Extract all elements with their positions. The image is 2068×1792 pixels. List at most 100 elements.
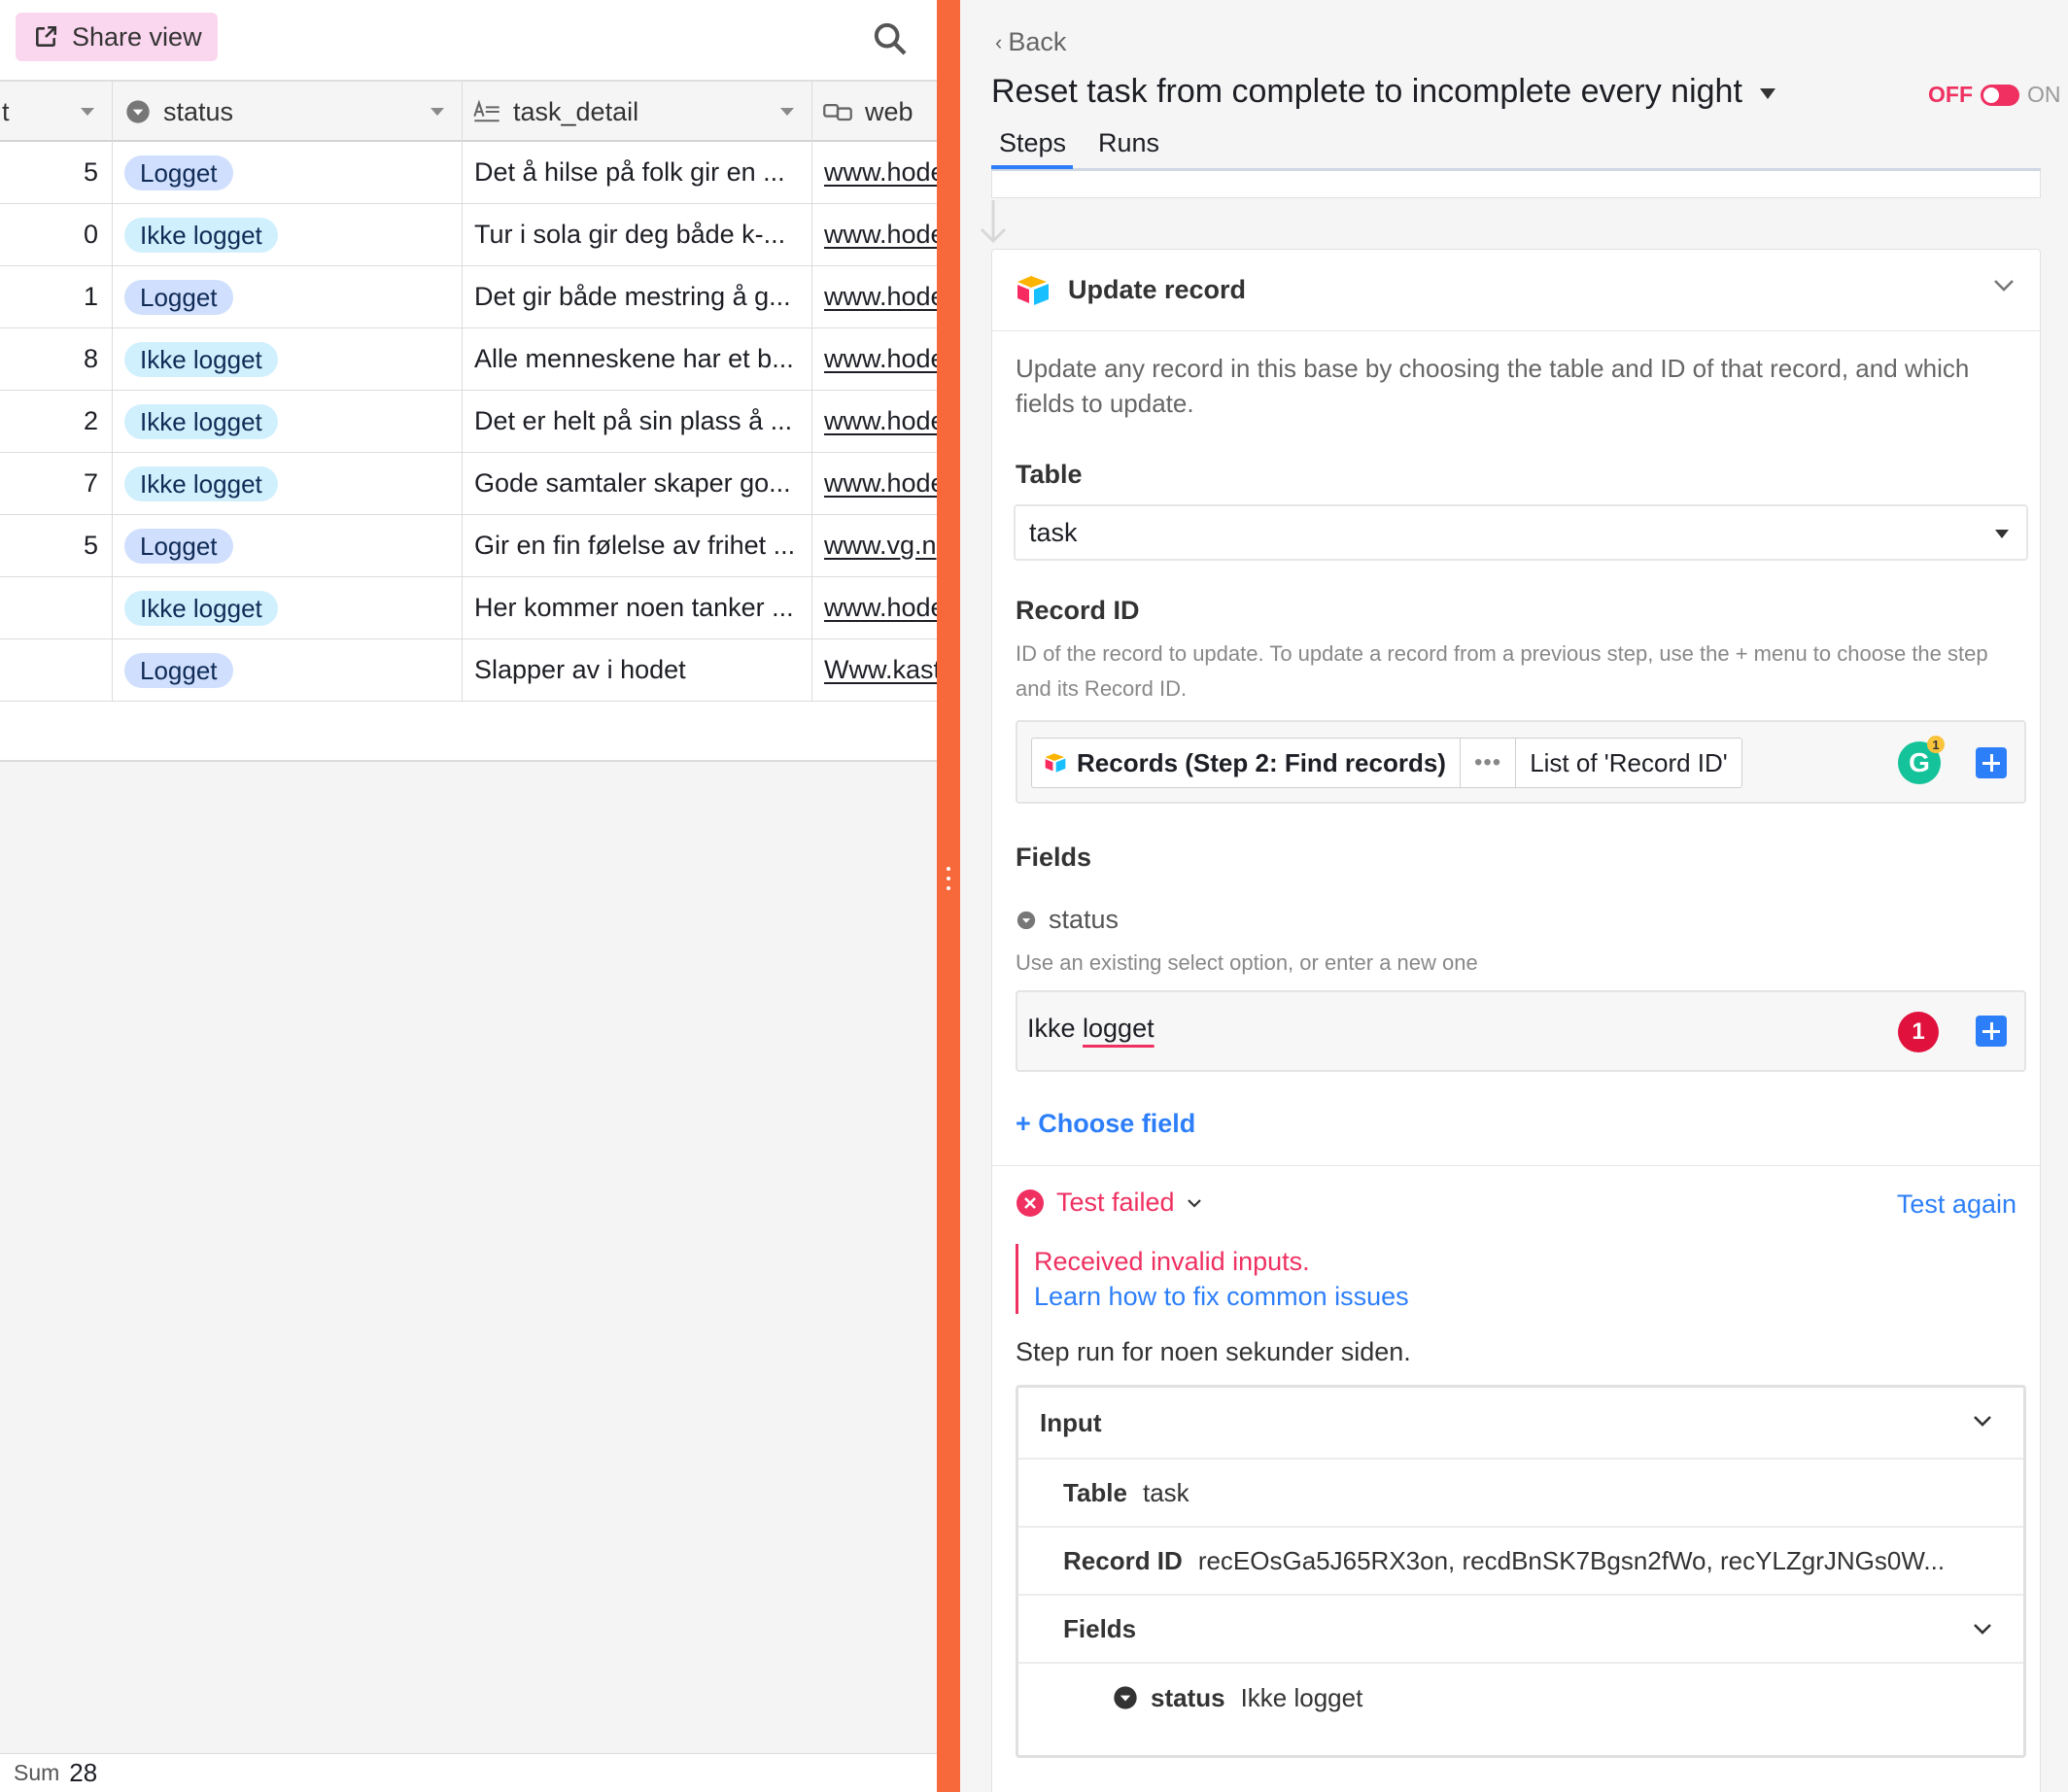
learn-fix-link[interactable]: Learn how to fix common issues [1034,1279,1409,1314]
web-link[interactable]: www.hode [824,220,937,250]
table-row[interactable]: 1 Logget Det gir både mestring å g... www.h… [0,266,937,328]
panel-resize-handle[interactable] [937,0,960,1792]
cell-task-detail[interactable]: Gir en fin følelse av frihet ... [463,515,812,576]
cell-number[interactable]: 0 [0,204,113,265]
spellcheck-error-badge[interactable]: 1 [1898,1012,1939,1052]
cell-task-detail-value: Her kommer noen tanker ... [474,593,794,622]
cell-task-detail[interactable]: Her kommer noen tanker ... [463,577,812,638]
cell-number[interactable] [0,577,113,638]
status-field-label: status [1016,905,1119,935]
cell-task-detail-value: Det gir både mestring å g... [474,282,791,311]
cell-task-detail[interactable]: Det gir både mestring å g... [463,266,812,327]
search-icon[interactable] [871,19,910,58]
table-row[interactable]: 0 Ikke logget Tur i sola gir deg både k-..… [0,204,937,266]
insert-token-button[interactable] [1976,1016,2007,1047]
input-label: Input [1040,1407,1102,1437]
input-row-status: status Ikke logget [1018,1664,2023,1732]
cell-web[interactable]: www.hode [812,453,937,514]
cell-number[interactable] [0,639,113,701]
table-row[interactable]: Ikke logget Her kommer noen tanker ... www… [0,577,937,639]
long-text-icon [473,99,500,122]
table-row[interactable]: 5 Logget Det å hilse på folk gir en ... www… [0,142,937,204]
back-button[interactable]: ‹ Back [995,27,1066,57]
summary-value: 28 [69,1758,98,1787]
cell-status[interactable]: Ikke logget [113,453,463,514]
cell-status[interactable]: Ikke logget [113,577,463,638]
input-section-header[interactable]: Input [1018,1388,2023,1460]
tab-runs[interactable]: Runs [1098,128,1159,158]
cell-number[interactable]: 2 [0,391,113,452]
table-row[interactable]: 8 Ikke logget Alle menneskene har et b... w… [0,328,937,391]
record-id-token[interactable]: Records (Step 2: Find records) ••• List … [1031,738,1742,788]
cell-number[interactable]: 5 [0,515,113,576]
step-title: Update record [1068,275,1247,304]
grid-body: 5 Logget Det å hilse på folk gir en ... www… [0,142,937,702]
chevron-down-icon[interactable] [1993,279,2015,293]
cell-web[interactable]: www.hode [812,391,937,452]
grammarly-icon[interactable]: G 1 [1898,736,1945,784]
web-link[interactable]: www.hode [824,593,937,623]
cell-number[interactable]: 5 [0,142,113,203]
cell-task-detail[interactable]: Gode samtaler skaper go... [463,453,812,514]
cell-status[interactable]: Logget [113,142,463,203]
column-header-number[interactable]: t [0,82,113,142]
cell-status[interactable]: Ikke logget [113,391,463,452]
cell-number-value: 7 [83,468,98,498]
web-link[interactable]: www.hode [824,157,937,188]
web-link[interactable]: www.vg.n [824,531,937,561]
cell-number[interactable]: 1 [0,266,113,327]
choose-field-button[interactable]: + Choose field [1016,1109,1195,1139]
cell-task-detail[interactable]: Slapper av i hodet [463,639,812,701]
cell-status[interactable]: Logget [113,639,463,701]
cell-task-detail[interactable]: Tur i sola gir deg både k-... [463,204,812,265]
test-again-button[interactable]: Test again [1897,1189,2016,1220]
cell-status[interactable]: Ikke logget [113,204,463,265]
cell-status[interactable]: Ikke logget [113,328,463,390]
tab-steps[interactable]: Steps [999,128,1066,158]
web-link[interactable]: Www.kast [824,655,937,685]
status-field-value[interactable]: Ikke logget [1027,1014,1155,1044]
token-more-icon[interactable]: ••• [1461,739,1517,787]
share-view-button[interactable]: Share view [16,13,218,61]
column-header-web[interactable]: web [812,82,937,142]
record-id-help: ID of the record to update. To update a … [1016,641,1988,701]
column-header-task-detail[interactable]: task_detail [463,82,812,142]
cell-web[interactable]: www.hode [812,328,937,390]
table-row[interactable]: 7 Ikke logget Gode samtaler skaper go... ww… [0,453,937,515]
web-link[interactable]: www.hode [824,282,937,312]
table-select[interactable]: task [1014,504,2028,561]
status-field-input[interactable]: Ikke logget 1 [1016,990,2026,1072]
cell-task-detail[interactable]: Det er helt på sin plass å ... [463,391,812,452]
table-row[interactable]: Logget Slapper av i hodet Www.kast [0,639,937,702]
column-header-status[interactable]: status [113,82,463,142]
cell-number[interactable]: 7 [0,453,113,514]
web-link[interactable]: www.hode [824,468,937,499]
cell-status[interactable]: Logget [113,515,463,576]
cell-web[interactable]: www.hode [812,204,937,265]
automation-title[interactable]: Reset task from complete to incomplete e… [991,73,1775,111]
web-link[interactable]: www.hode [824,344,937,374]
previous-step-card[interactable] [991,171,2041,198]
input-fields-header[interactable]: Fields [1018,1596,2023,1664]
cell-number[interactable]: 8 [0,328,113,390]
cell-web[interactable]: www.hode [812,142,937,203]
cell-web[interactable]: www.vg.n [812,515,937,576]
record-id-input[interactable]: Records (Step 2: Find records) ••• List … [1016,720,2026,804]
table-row[interactable]: 5 Logget Gir en fin følelse av frihet ... w… [0,515,937,577]
insert-token-button[interactable] [1976,747,2007,778]
cell-web[interactable]: www.hode [812,577,937,638]
cell-web[interactable]: Www.kast [812,639,937,701]
grip-dot [947,867,950,871]
automation-toggle[interactable] [1981,84,2019,106]
status-pill: Logget [124,279,233,315]
cell-task-detail[interactable]: Alle menneskene har et b... [463,328,812,390]
cell-status[interactable]: Logget [113,266,463,327]
cell-task-detail[interactable]: Det å hilse på folk gir en ... [463,142,812,203]
input-value: Ikke logget [1240,1682,1363,1712]
table-row[interactable]: 2 Ikke logget Det er helt på sin plass å .… [0,391,937,453]
test-status-toggle[interactable]: Test failed [1016,1188,1202,1218]
step-card-header[interactable]: Update record [992,250,2040,331]
grid-add-row-area[interactable] [0,702,937,762]
cell-web[interactable]: www.hode [812,266,937,327]
web-link[interactable]: www.hode [824,406,937,436]
